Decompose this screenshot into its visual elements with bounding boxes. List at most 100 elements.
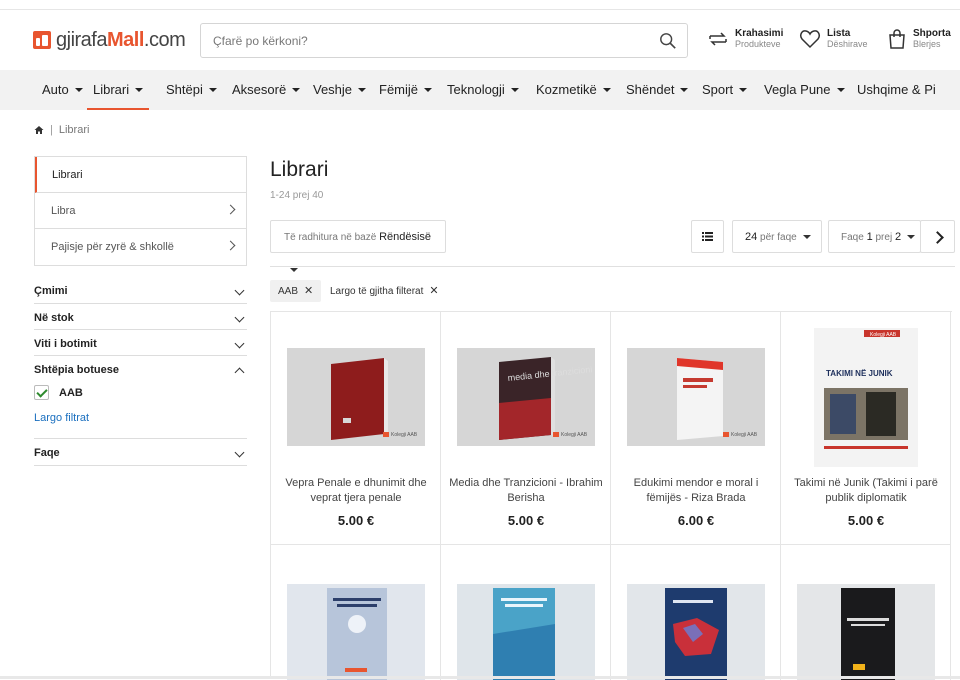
book-cover-image — [797, 584, 935, 680]
chevron-down-icon — [510, 87, 519, 92]
nav-item-kozmetike[interactable]: Kozmetikë — [536, 70, 611, 110]
wishlist-button[interactable]: Lista Dëshirave — [799, 28, 868, 50]
page-prefix: Faqe — [841, 232, 864, 243]
category-item-pajisje[interactable]: Pajisje për zyrë & shkollë — [35, 229, 246, 265]
sort-select[interactable]: Të radhitura në bazë Rëndësisë — [270, 220, 446, 273]
product-price: 5.00 € — [507, 513, 545, 528]
checkbox-checked[interactable] — [34, 385, 49, 400]
list-icon — [702, 232, 713, 241]
breadcrumb-current: Librari — [58, 124, 90, 136]
search-bar — [200, 23, 688, 58]
product-image[interactable]: Kolegji AAB TAKIMI NË JUNIK — [814, 328, 918, 467]
logo-text-part3: .com — [143, 28, 186, 51]
nav-item-shendet[interactable]: Shëndet — [626, 70, 689, 110]
nav-item-label: Kozmetikë — [536, 82, 597, 97]
book-cover-image: Kolegji AAB — [287, 348, 425, 446]
product-image[interactable]: Kolegji AAB — [287, 348, 425, 446]
product-image[interactable] — [797, 584, 935, 680]
chevron-down-icon — [602, 87, 611, 92]
chevron-down-icon — [739, 87, 748, 92]
chevron-down-icon — [292, 87, 301, 92]
chevron-down-icon — [74, 87, 83, 92]
product-card[interactable] — [441, 545, 611, 680]
close-icon[interactable]: ✕ — [304, 285, 313, 297]
product-image[interactable] — [287, 584, 425, 680]
product-grid: Kolegji AAB Vepra Penale e dhunimit dhe … — [270, 311, 952, 680]
product-card[interactable]: Kolegji AAB TAKIMI NË JUNIK Takimi në Ju… — [781, 312, 951, 545]
category-head[interactable]: Librari — [35, 157, 246, 193]
per-page-value: 24 — [745, 231, 758, 243]
product-image[interactable]: Kolegji AAB — [627, 348, 765, 446]
product-title[interactable]: Vepra Penale e dhunimit dhe veprat tjera… — [279, 476, 433, 506]
product-card[interactable]: Kolegji AAB Edukimi mendor e moral i fëm… — [611, 312, 781, 545]
cart-title: Shporta — [913, 28, 951, 39]
breadcrumb: | Librari — [34, 124, 89, 136]
result-count: 1-24 prej 40 — [270, 190, 324, 201]
chevron-right-icon — [225, 240, 236, 251]
product-card[interactable] — [611, 545, 781, 680]
nav-item-aksesore[interactable]: Aksesorë — [232, 70, 301, 110]
nav-item-veshje[interactable]: Veshje — [313, 70, 367, 110]
product-card[interactable]: Kolegji AAB Vepra Penale e dhunimit dhe … — [271, 312, 441, 545]
divider — [270, 266, 955, 267]
product-card[interactable] — [781, 545, 951, 680]
compare-icon — [709, 32, 727, 46]
product-card[interactable] — [271, 545, 441, 680]
close-icon[interactable]: ✕ — [429, 285, 438, 297]
next-page-button[interactable] — [920, 220, 955, 253]
list-view-button[interactable] — [691, 220, 724, 253]
book-cover-image: Kolegji AAB — [627, 348, 765, 446]
site-logo[interactable]: gjirafa Mall .com — [33, 28, 186, 52]
per-page-select[interactable]: 24 për faqe — [732, 220, 822, 253]
product-price: 5.00 € — [847, 513, 885, 528]
product-card[interactable]: media dhe tranzicioni Kolegji AAB Media … — [441, 312, 611, 545]
search-input[interactable] — [201, 24, 631, 57]
active-filter-tag[interactable]: AAB ✕ — [270, 280, 322, 302]
nav-item-sport[interactable]: Sport — [702, 70, 748, 110]
nav-item-label: Veshje — [313, 82, 353, 97]
product-title[interactable]: Takimi në Junik (Takimi i parë publik di… — [789, 476, 943, 506]
product-title[interactable]: Media dhe Tranzicioni - Ibrahim Berisha — [449, 476, 603, 506]
nav-item-auto[interactable]: Auto — [42, 70, 83, 110]
nav-item-label: Ushqime & Pi — [857, 82, 935, 97]
logo-text-part1: gjirafa — [56, 28, 107, 51]
per-page-suffix: për faqe — [760, 232, 797, 243]
wishlist-title: Lista — [827, 28, 851, 39]
clear-all-filters[interactable]: Largo të gjitha filterat ✕ — [322, 280, 447, 302]
compare-button[interactable]: Krahasimi Produkteve — [707, 28, 783, 50]
chevron-down-icon — [424, 87, 433, 92]
nav-item-femije[interactable]: Fëmijë — [379, 70, 433, 110]
filter-pages-toggle[interactable]: Faqe — [34, 447, 247, 459]
page-select[interactable]: Faqe 1 prej 2 — [828, 220, 921, 253]
nav-item-shtepi[interactable]: Shtëpi — [166, 70, 217, 110]
filter-stock-toggle[interactable]: Në stok — [34, 312, 247, 324]
product-title[interactable]: Edukimi mendor e moral i fëmijës - Riza … — [619, 476, 773, 506]
cart-button[interactable]: Shporta Blerjes — [887, 28, 951, 50]
clear-all-label: Largo të gjitha filterat — [330, 286, 424, 297]
nav-item-vegla-pune[interactable]: Vegla Pune — [764, 70, 845, 110]
search-icon[interactable] — [659, 32, 677, 50]
publisher-option-aab[interactable]: AAB — [34, 385, 83, 400]
product-image[interactable] — [457, 584, 595, 680]
filter-publisher-toggle[interactable]: Shtëpia botuese — [34, 364, 247, 378]
product-image[interactable] — [627, 584, 765, 680]
home-icon[interactable] — [34, 125, 44, 135]
chevron-down-icon — [358, 87, 367, 92]
product-image[interactable]: media dhe tranzicioni Kolegji AAB — [457, 348, 595, 446]
page-total: 2 — [894, 231, 902, 243]
book-cover-image: media dhe tranzicioni Kolegji AAB — [457, 348, 595, 446]
nav-item-ushqime[interactable]: Ushqime & Pi — [857, 70, 935, 110]
category-item-label: Libra — [51, 205, 76, 217]
chevron-down-icon — [234, 285, 245, 296]
nav-item-librari[interactable]: Librari — [87, 70, 150, 110]
compare-subtitle: Produkteve — [735, 39, 781, 49]
sort-value: Rëndësisë — [379, 231, 432, 243]
nav-item-teknologji[interactable]: Teknologji — [447, 70, 519, 110]
filter-price-toggle[interactable]: Çmimi — [34, 285, 247, 297]
publisher-mark: Kolegji AAB — [561, 432, 588, 438]
clear-filters-link[interactable]: Largo filtrat — [34, 412, 89, 424]
chevron-up-icon — [234, 367, 245, 378]
filter-year-toggle[interactable]: Viti i botimit — [34, 338, 247, 350]
book-cover-image — [627, 584, 765, 680]
category-item-libra[interactable]: Libra — [35, 193, 246, 229]
